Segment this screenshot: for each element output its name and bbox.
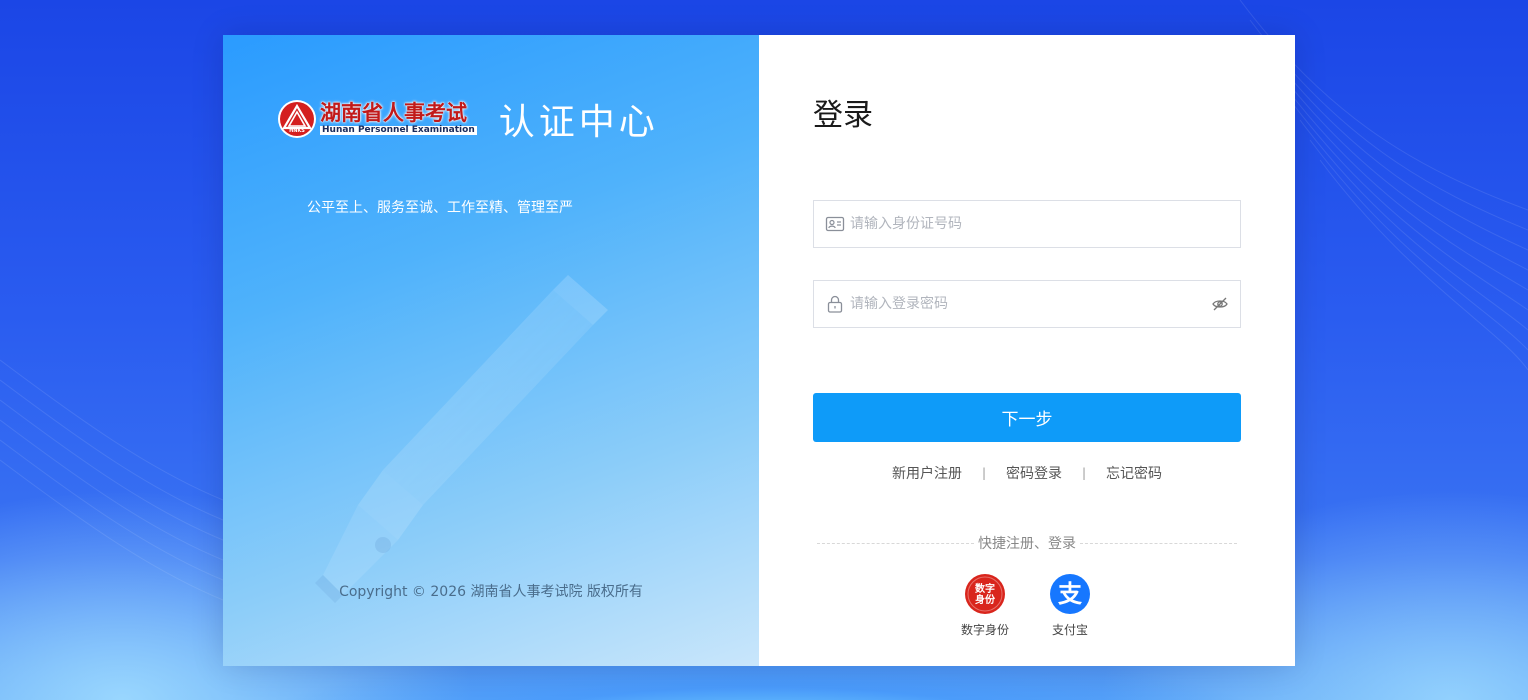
svg-text:支: 支 bbox=[1058, 580, 1083, 608]
password-input[interactable] bbox=[850, 281, 1211, 327]
password-field[interactable] bbox=[813, 280, 1241, 328]
quick-login-divider: 快捷注册、登录 bbox=[817, 533, 1237, 553]
digital-id-login[interactable]: 数字 身份 数字身份 bbox=[955, 573, 1015, 638]
logo-english-name: Hunan Personnel Examination bbox=[320, 125, 477, 135]
eye-hidden-icon[interactable] bbox=[1211, 295, 1229, 313]
register-link[interactable]: 新用户注册 bbox=[892, 463, 962, 483]
login-card: HNKS 湖南省人事考试 Hunan Personnel Examination… bbox=[223, 35, 1295, 666]
slogan: 公平至上、服务至诚、工作至精、管理至严 bbox=[307, 200, 573, 216]
hnks-logo: HNKS 湖南省人事考试 Hunan Personnel Examination bbox=[277, 99, 477, 139]
copyright-text: Copyright © 2026 湖南省人事考试院 版权所有 bbox=[339, 584, 643, 600]
login-form-panel: 登录 请输入身份证号码 下一步 新用户注册 | 密码登录 | 忘记密码 快捷注册… bbox=[759, 35, 1295, 666]
cert-center-title: 认证中心 bbox=[498, 102, 659, 143]
alipay-login[interactable]: 支 支付宝 bbox=[1040, 573, 1100, 638]
alipay-icon: 支 bbox=[1050, 574, 1090, 614]
brand-panel: HNKS 湖南省人事考试 Hunan Personnel Examination… bbox=[223, 35, 759, 666]
link-separator: | bbox=[981, 466, 986, 480]
forgot-password-link[interactable]: 忘记密码 bbox=[1106, 463, 1162, 483]
divider-line bbox=[817, 542, 974, 544]
svg-text:数字: 数字 bbox=[975, 582, 995, 595]
logo-chinese-name: 湖南省人事考试 bbox=[320, 101, 467, 125]
login-title: 登录 bbox=[813, 98, 873, 133]
hnks-emblem-icon: HNKS bbox=[278, 100, 316, 138]
id-number-field[interactable] bbox=[813, 200, 1241, 248]
alipay-label: 支付宝 bbox=[1051, 623, 1088, 637]
quick-login-label: 快捷注册、登录 bbox=[978, 536, 1076, 552]
digital-id-icon: 数字 身份 bbox=[965, 574, 1005, 614]
id-card-icon bbox=[825, 216, 845, 232]
login-page-background: HNKS 湖南省人事考试 Hunan Personnel Examination… bbox=[0, 0, 1528, 700]
link-separator: | bbox=[1082, 466, 1087, 480]
brand-header: HNKS 湖南省人事考试 Hunan Personnel Examination… bbox=[277, 93, 659, 145]
lock-icon bbox=[827, 295, 843, 313]
svg-text:身份: 身份 bbox=[975, 593, 996, 606]
hnks-badge-text: HNKS bbox=[289, 128, 305, 134]
divider-line bbox=[1080, 542, 1237, 544]
password-login-link[interactable]: 密码登录 bbox=[1006, 463, 1062, 483]
next-step-button[interactable]: 下一步 bbox=[813, 393, 1241, 442]
digital-id-label: 数字身份 bbox=[960, 623, 1009, 637]
id-number-input[interactable] bbox=[850, 201, 1240, 247]
auth-links: 新用户注册 | 密码登录 | 忘记密码 bbox=[813, 463, 1241, 483]
